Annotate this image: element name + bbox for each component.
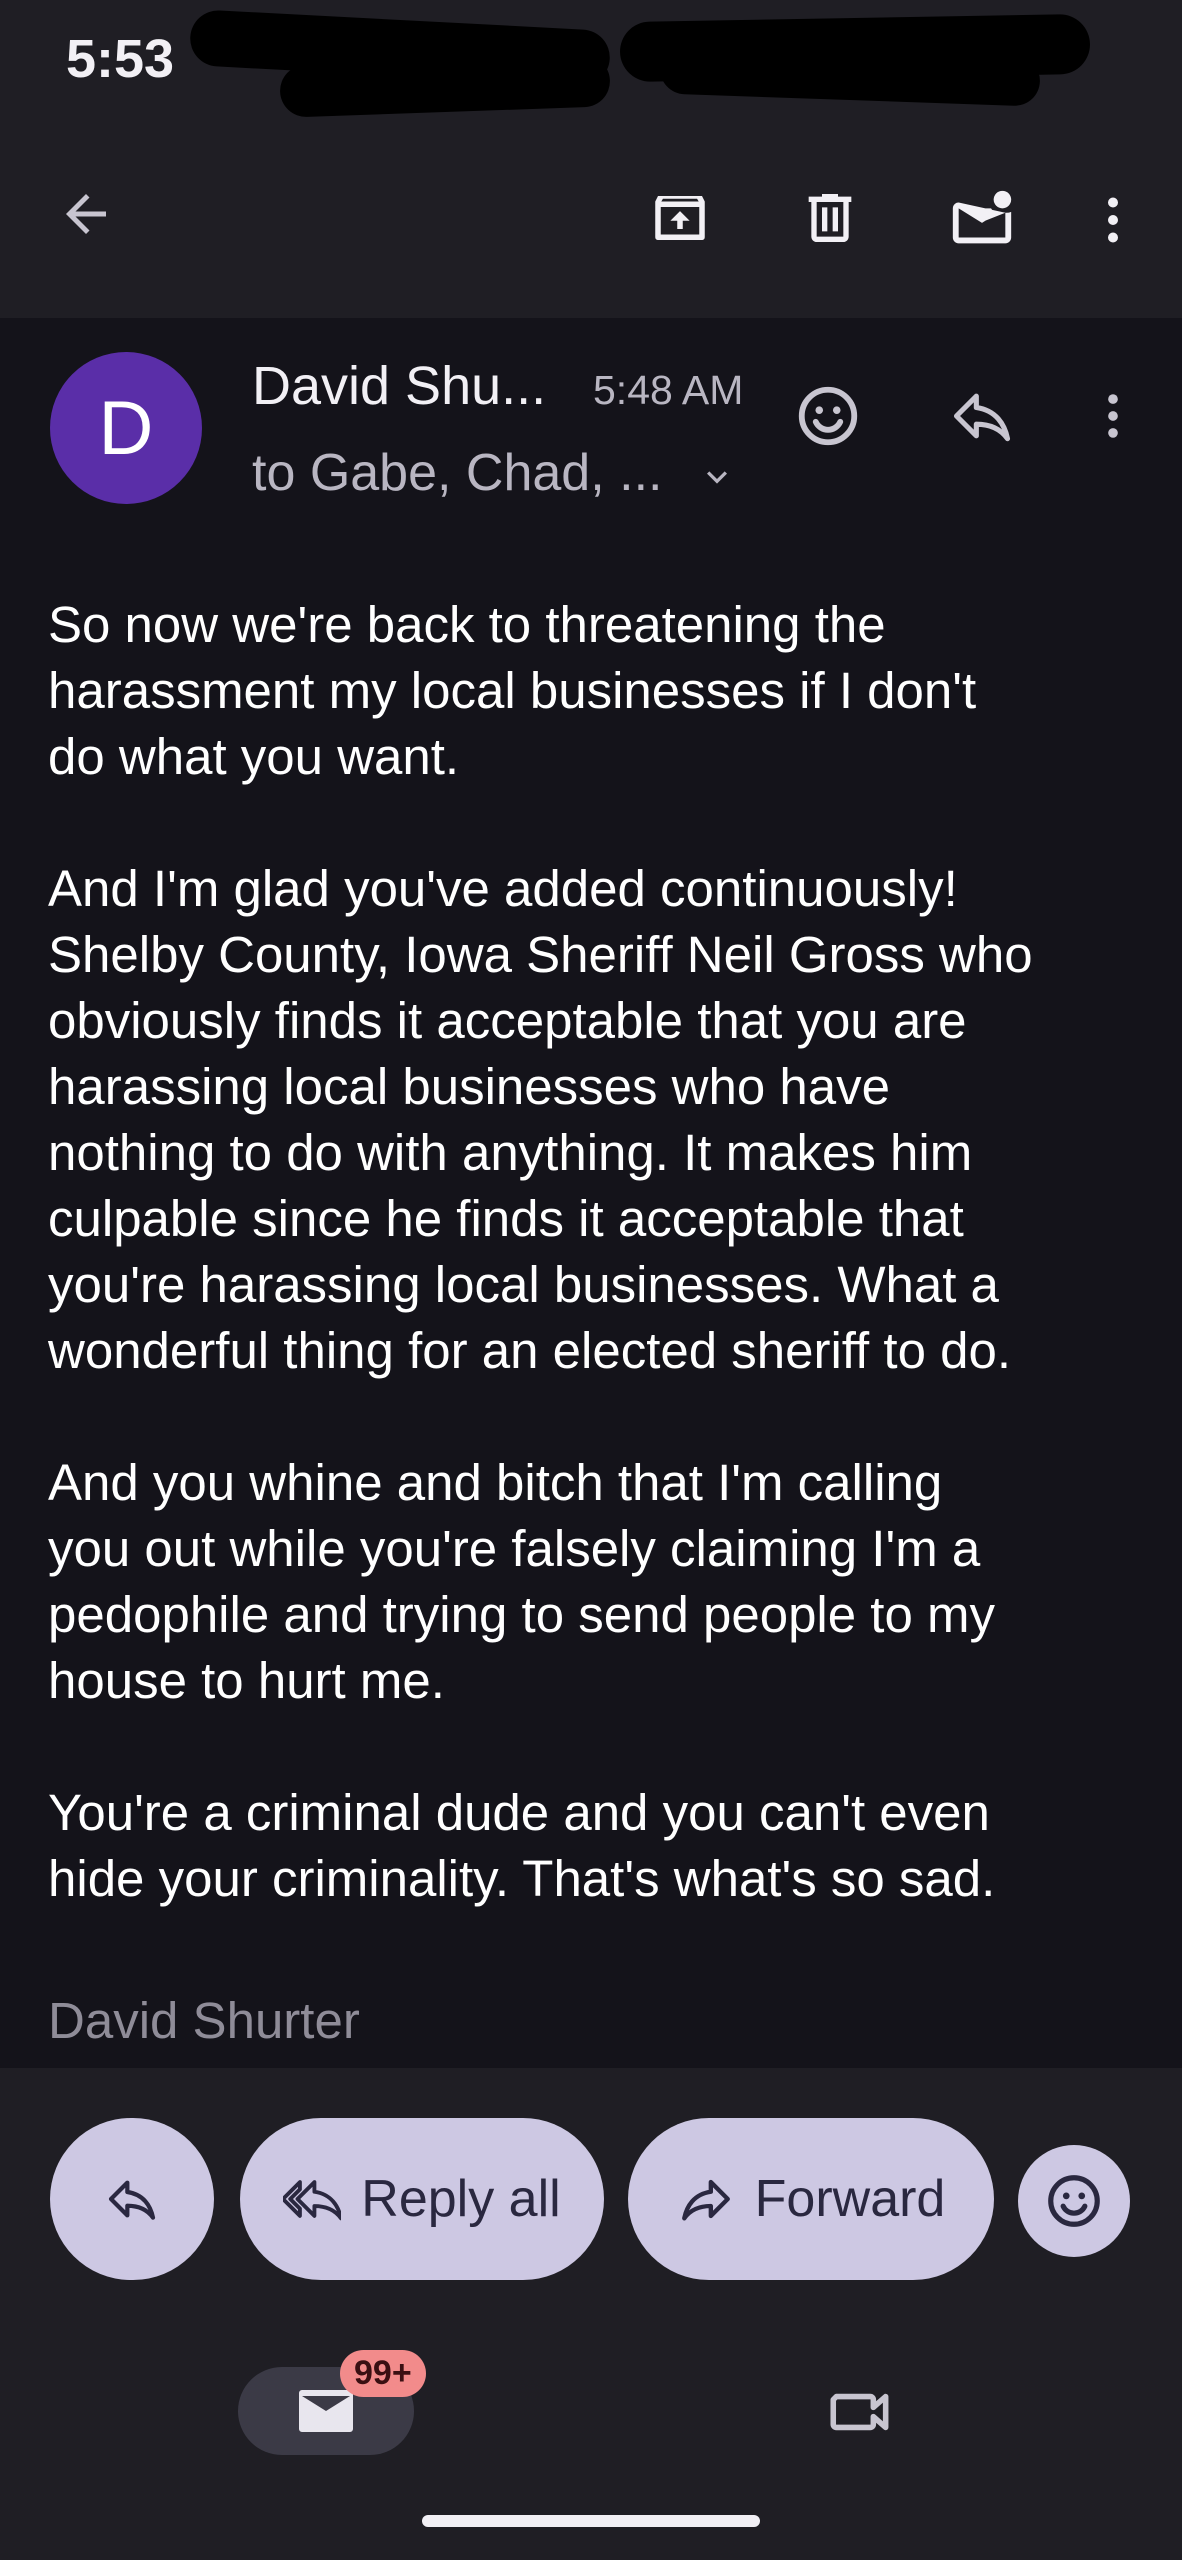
home-indicator[interactable] [422, 2515, 760, 2527]
mark-unread-icon[interactable] [940, 178, 1024, 262]
trash-icon[interactable] [790, 178, 870, 258]
emoji-reaction-button[interactable] [1018, 2145, 1130, 2257]
signature: David Shurter [48, 1992, 360, 2049]
chevron-down-icon[interactable] [692, 452, 742, 502]
sender-name[interactable]: David Shu... [252, 355, 546, 417]
back-icon[interactable] [50, 178, 122, 250]
reply-button[interactable] [50, 2118, 214, 2280]
body-paragraph: You're a criminal dude and you can't eve… [48, 1784, 996, 1907]
forward-label: Forward [754, 2170, 946, 2228]
reply-icon [108, 2180, 156, 2220]
more-vert-icon[interactable] [1082, 178, 1144, 262]
body-paragraph: So now we're back to threatening the har… [48, 596, 977, 785]
video-camera-icon[interactable] [816, 2372, 906, 2452]
emoji-reaction-icon[interactable] [790, 378, 866, 454]
status-time: 5:53 [66, 29, 175, 89]
archive-icon[interactable] [640, 178, 720, 258]
unread-count-badge: 99+ [340, 2350, 426, 2397]
message-body: So now we're back to threatening the har… [48, 592, 1158, 1978]
reply-all-label: Reply all [361, 2170, 561, 2228]
emoji-icon [1048, 2175, 1100, 2227]
body-paragraph: And you whine and bitch that I'm calling… [48, 1454, 995, 1709]
sender-avatar[interactable]: D [50, 352, 202, 504]
reply-icon[interactable] [942, 378, 1022, 454]
forward-icon [681, 2179, 730, 2221]
recipients-summary[interactable]: to Gabe, Chad, ... [252, 443, 662, 503]
forward-button[interactable]: Forward [628, 2118, 994, 2280]
reply-all-icon [283, 2180, 342, 2221]
message-time: 5:48 AM [593, 367, 744, 413]
message-more-icon[interactable] [1082, 378, 1144, 454]
reply-all-button[interactable]: Reply all [240, 2118, 604, 2280]
body-paragraph: And I'm glad you've added continuously! … [48, 860, 1033, 1379]
